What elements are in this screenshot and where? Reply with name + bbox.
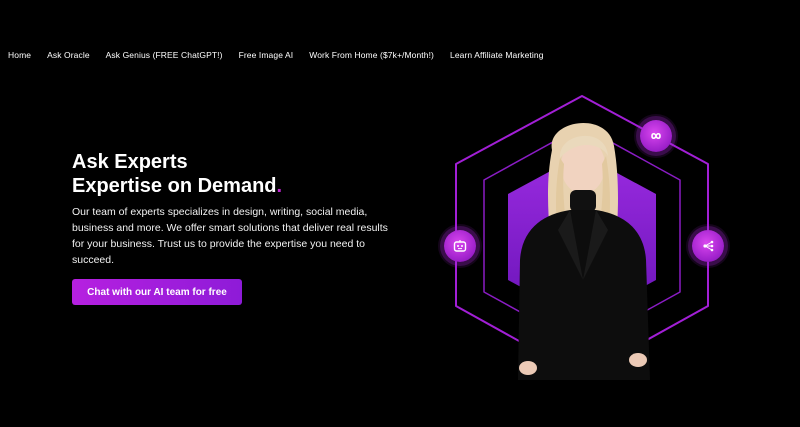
hero-title: Ask Experts Expertise on Demand. (72, 150, 402, 198)
chat-ai-team-button[interactable]: Chat with our AI team for free (72, 279, 242, 305)
right-hand (629, 353, 647, 367)
nav-item-home[interactable]: Home (8, 50, 31, 60)
hero-title-dot: . (276, 175, 283, 197)
network-hub-icon (703, 240, 714, 252)
expert-person-illustration (518, 122, 650, 380)
nav-item-ask-genius[interactable]: Ask Genius (FREE ChatGPT!) (106, 50, 223, 60)
nav-item-free-image-ai[interactable]: Free Image AI (239, 50, 294, 60)
hero-visual (430, 92, 750, 392)
hero-title-line1: Ask Experts (72, 151, 188, 173)
top-navigation: Home Ask Oracle Ask Genius (FREE ChatGPT… (8, 50, 544, 60)
robot-icon (453, 240, 467, 252)
hero-description: Our team of experts specializes in desig… (72, 206, 388, 266)
hero-title-line2: Expertise on Demand (72, 175, 277, 197)
network-badge (692, 230, 724, 262)
infinity-icon (651, 132, 661, 140)
robot-badge (444, 230, 476, 262)
hero-section: Ask Experts Expertise on Demand. Our tea… (72, 150, 402, 268)
nav-item-learn-affiliate-marketing[interactable]: Learn Affiliate Marketing (450, 50, 544, 60)
black-blazer (518, 210, 650, 380)
nav-item-ask-oracle[interactable]: Ask Oracle (47, 50, 90, 60)
page: Home Ask Oracle Ask Genius (FREE ChatGPT… (0, 0, 800, 427)
nav-item-work-from-home[interactable]: Work From Home ($7k+/Month!) (309, 50, 434, 60)
turtleneck (570, 190, 596, 212)
infinity-badge (640, 120, 672, 152)
left-hand (519, 361, 537, 375)
